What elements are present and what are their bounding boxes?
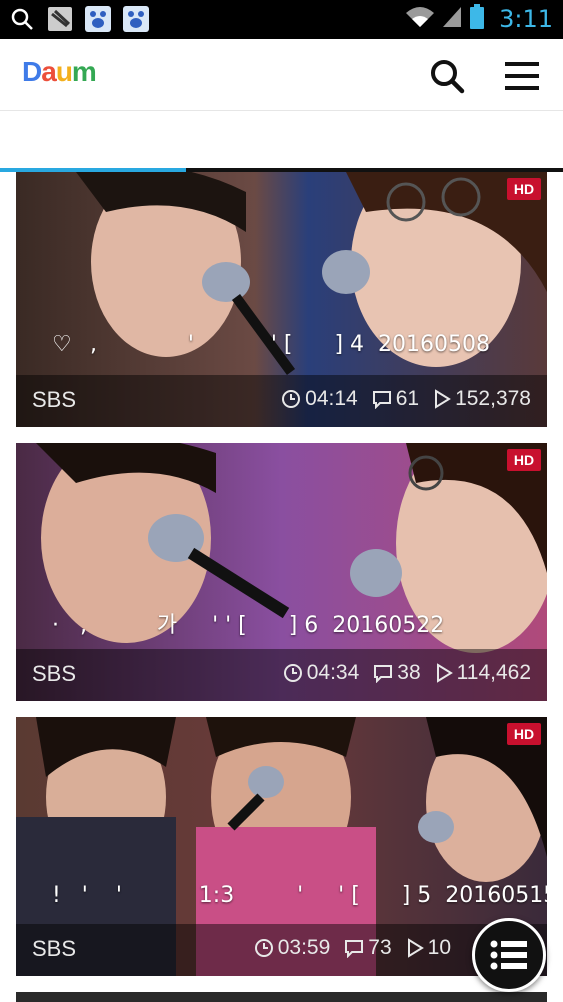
video-card[interactable]: HD ♡ , ' ' [ ] 4 20160508 SBS 04:14 61 1… [16, 172, 547, 427]
search-button[interactable] [428, 57, 466, 95]
hd-badge: HD [507, 178, 541, 200]
video-duration: 03:59 [277, 936, 331, 959]
video-duration: 04:14 [305, 387, 358, 410]
hd-badge: HD [507, 449, 541, 471]
video-meta-bar: SBS 03:59 73 10 [16, 924, 547, 976]
channel-name: SBS [32, 661, 77, 686]
list-icon [490, 940, 527, 970]
play-icon [435, 389, 451, 409]
video-card[interactable]: HD ! ' ' 1:3 ' ' [ ] 5 20160515 SBS 03:5… [16, 717, 547, 976]
comment-count: 61 [395, 387, 420, 410]
comment-count: 73 [368, 936, 392, 959]
video-title: ! ' ' 1:3 ' ' [ ] 5 20160515 [52, 883, 547, 908]
comment-icon [345, 940, 364, 958]
search-icon [8, 5, 36, 33]
clock-icon [282, 390, 301, 408]
clock-icon [254, 939, 273, 957]
video-title: , ' ' [ ] 4 20160508 [76, 332, 490, 357]
comment-count: 38 [397, 661, 421, 684]
notification-icon [46, 5, 74, 33]
status-bar: 3:11 [0, 0, 563, 39]
wifi-icon [405, 5, 435, 33]
video-title: · , 가 ' ' [ ] 6 20160522 [52, 613, 445, 638]
video-meta-bar: SBS 04:14 61 152,378 [16, 375, 547, 427]
video-duration: 04:34 [306, 661, 360, 684]
app-header: Daum [0, 39, 563, 111]
daum-logo[interactable]: Daum [22, 57, 97, 87]
channel-name: SBS [32, 936, 77, 961]
clock-icon [283, 664, 302, 682]
list-view-fab[interactable] [472, 918, 546, 992]
video-card[interactable]: HD · , 가 ' ' [ ] 6 20160522 SBS 04:34 38… [16, 443, 547, 701]
baidu-icon [122, 5, 150, 33]
comment-icon [372, 391, 391, 409]
menu-button[interactable] [503, 59, 541, 93]
comment-icon [374, 665, 393, 683]
favorite-heart-icon[interactable]: ♡ [52, 332, 72, 357]
video-meta-bar: SBS 04:34 38 114,462 [16, 649, 547, 701]
view-count: 152,378 [455, 387, 531, 410]
play-icon [436, 663, 453, 683]
baidu-icon [84, 5, 112, 33]
channel-name: SBS [32, 387, 77, 412]
status-time: 3:11 [499, 5, 553, 33]
view-count: 10 [427, 936, 451, 959]
search-icon [431, 60, 465, 94]
battery-icon [469, 4, 485, 34]
hd-badge: HD [507, 723, 541, 745]
play-icon [407, 938, 424, 958]
next-video-card-peek[interactable] [16, 992, 547, 1002]
hamburger-menu-icon [505, 62, 539, 90]
tab-strip[interactable] [0, 111, 563, 171]
signal-icon [441, 5, 463, 33]
view-count: 114,462 [456, 661, 531, 684]
